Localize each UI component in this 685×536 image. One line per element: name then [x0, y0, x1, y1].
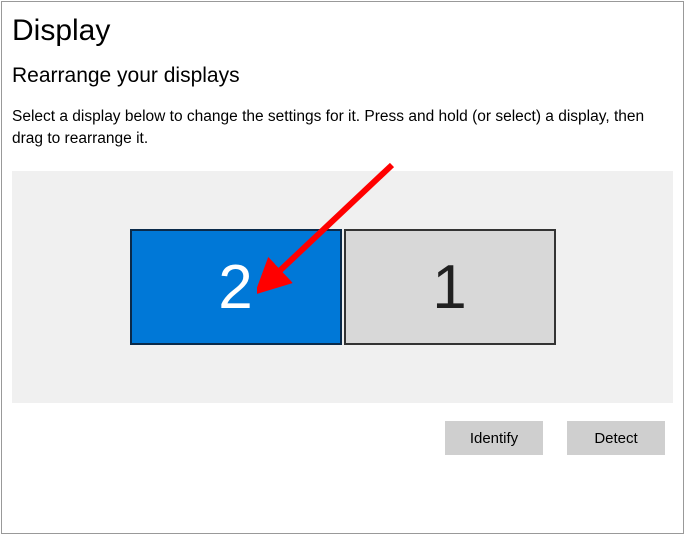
display-arrangement-canvas[interactable]: 2 1 [12, 171, 673, 403]
detect-button[interactable]: Detect [567, 421, 665, 455]
monitor-1-tile[interactable]: 1 [344, 229, 556, 345]
instruction-text: Select a display below to change the set… [2, 96, 683, 149]
identify-button[interactable]: Identify [445, 421, 543, 455]
monitor-2-tile[interactable]: 2 [130, 229, 342, 345]
section-subtitle: Rearrange your displays [2, 58, 683, 96]
page-title: Display [2, 2, 683, 58]
